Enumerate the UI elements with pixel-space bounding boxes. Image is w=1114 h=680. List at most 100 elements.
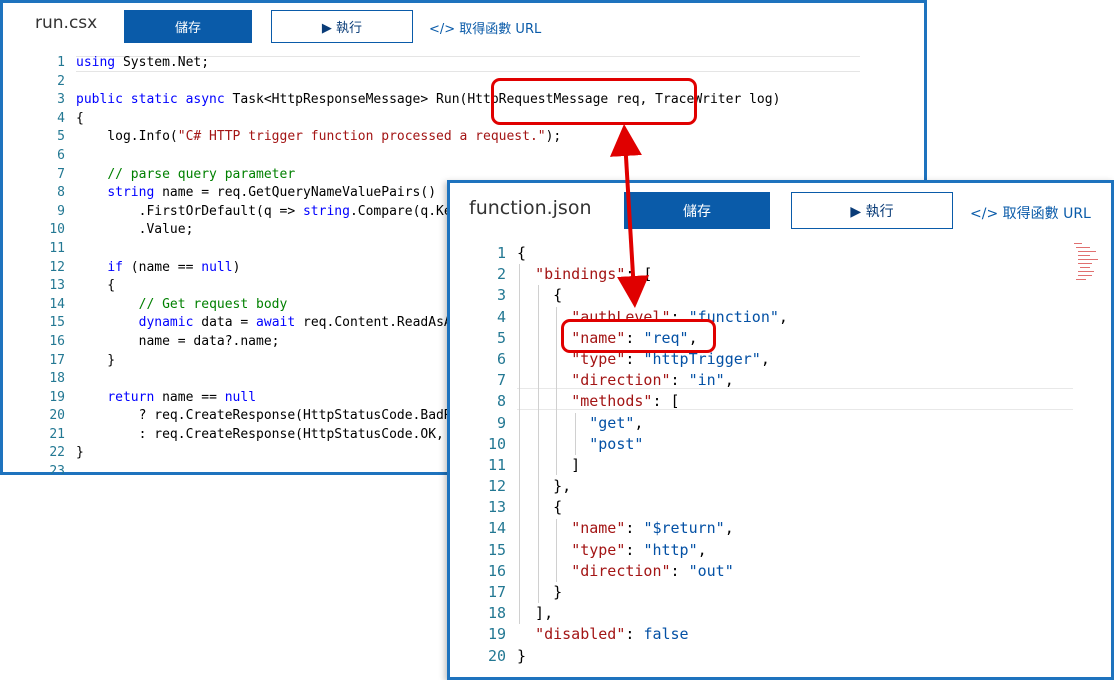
code-line: 12 }, [450,476,1075,497]
line-number: 6 [496,349,506,368]
code-text: // Get request body [138,296,288,312]
line-number: 13 [49,278,65,294]
code-text: }, [517,477,572,496]
code-line: 1 using System.Net; [3,54,860,73]
code-text: { [76,278,116,294]
code-text: { [517,498,563,517]
line-number: 2 [57,73,65,89]
code-line: 8 "methods": [ [450,391,1075,412]
code-line: 5 "name": "req", [450,328,1075,349]
code-line: 16 "direction": "out" [450,561,1075,582]
code-text: if (name == null) [107,259,241,275]
code-text: { [517,244,527,262]
line-number: 14 [487,519,506,538]
code-text: "methods": [ [571,392,680,411]
line-number: 1 [496,244,506,262]
line-number: 10 [487,434,506,453]
code-line: 4 "authLevel": "function", [450,307,1075,328]
line-number: 8 [496,392,506,411]
code-text: } [517,646,527,665]
line-number: 5 [57,129,65,145]
code-text: return name == null [107,389,257,405]
line-number: 22 [49,445,65,461]
code-text: "name": "$return", [571,519,734,538]
code-line: 10 "post" [450,434,1075,455]
code-text: string name = req.GetQueryNameValuePairs… [107,185,437,201]
code-line: 19 "disabled": false [450,624,1075,645]
line-number: 4 [496,307,506,326]
code-line: 9 "get", [450,413,1075,434]
code-line: 6 [3,147,860,166]
function-json-code-editor[interactable]: 1{2 "bindings": [3 {4 "authLevel": "func… [450,243,1075,673]
run-csx-get-function-url-link[interactable]: </> 取得函數 URL [429,18,541,37]
function-json-get-function-url-link[interactable]: </> 取得函數 URL [970,203,1091,223]
line-number: 5 [496,328,506,347]
line-number: 17 [49,352,65,368]
function-json-run-button[interactable]: ▶ 執行 [791,192,953,229]
line-number: 15 [49,315,65,331]
code-line: 18 ], [450,603,1075,624]
code-line: 20} [450,646,1075,667]
code-line: 5 log.Info("C# HTTP trigger function pro… [3,128,860,147]
line-number: 18 [49,371,65,387]
function-json-save-button[interactable]: 儲存 [624,192,770,229]
line-number: 1 [57,55,65,70]
line-number: 16 [49,333,65,349]
code-line: 3 public static async Task<HttpResponseMe… [3,91,860,110]
code-line: 6 "type": "httpTrigger", [450,349,1075,370]
code-text: ], [517,604,554,623]
line-number: 20 [49,408,65,424]
editor-minimap[interactable] [1072,241,1102,283]
function-json-editor-panel: function.json 儲存 ▶ 執行 </> 取得函數 URL 1{2 "… [447,180,1114,680]
line-number: 7 [57,166,65,182]
code-text: "direction": "in", [571,371,734,390]
code-line: 4{ [3,110,860,129]
run-csx-filename: run.csx [35,13,98,33]
code-line: 11 ] [450,455,1075,476]
line-number: 11 [49,240,65,256]
run-signature-request-param-highlight [491,78,697,125]
line-number: 20 [487,646,506,665]
code-text: "bindings": [ [535,265,653,284]
line-number: 3 [496,286,506,305]
line-number: 2 [496,265,506,284]
binding-name-req-highlight [561,319,716,353]
code-text: "direction": "out" [571,561,734,580]
code-text: { [76,110,84,126]
code-text: "get", [589,413,644,432]
line-number: 19 [487,625,506,644]
code-line: 17 } [450,582,1075,603]
code-text: using System.Net; [76,55,210,70]
line-number: 16 [487,561,506,580]
code-line: 13 { [450,497,1075,518]
code-line: 1{ [450,243,1075,264]
line-number: 6 [57,147,65,163]
code-text: "type": "http", [571,540,707,559]
code-text: { [517,286,563,305]
run-csx-run-button[interactable]: ▶ 執行 [271,10,413,43]
code-text: .Value; [76,222,194,238]
code-text: // parse query parameter [107,166,296,182]
code-line: 3 { [450,285,1075,306]
line-number: 19 [49,389,65,405]
code-text: "post" [589,434,644,453]
code-line: 2 "bindings": [ [450,264,1075,285]
function-json-filename: function.json [469,197,592,219]
line-number: 9 [57,203,65,219]
line-number: 10 [49,222,65,238]
line-number: 12 [49,259,65,275]
code-text: } [76,445,84,461]
line-number: 14 [49,296,65,312]
code-line: 7 "direction": "in", [450,370,1075,391]
line-number: 3 [57,92,65,108]
run-csx-save-button[interactable]: 儲存 [124,10,252,43]
line-number: 18 [487,604,506,623]
line-number: 13 [487,498,506,517]
line-number: 15 [487,540,506,559]
line-number: 12 [487,477,506,496]
line-number: 4 [57,110,65,126]
line-number: 7 [496,371,506,390]
code-text: ] [517,455,581,474]
line-number: 9 [496,413,506,432]
line-number: 8 [57,185,65,201]
